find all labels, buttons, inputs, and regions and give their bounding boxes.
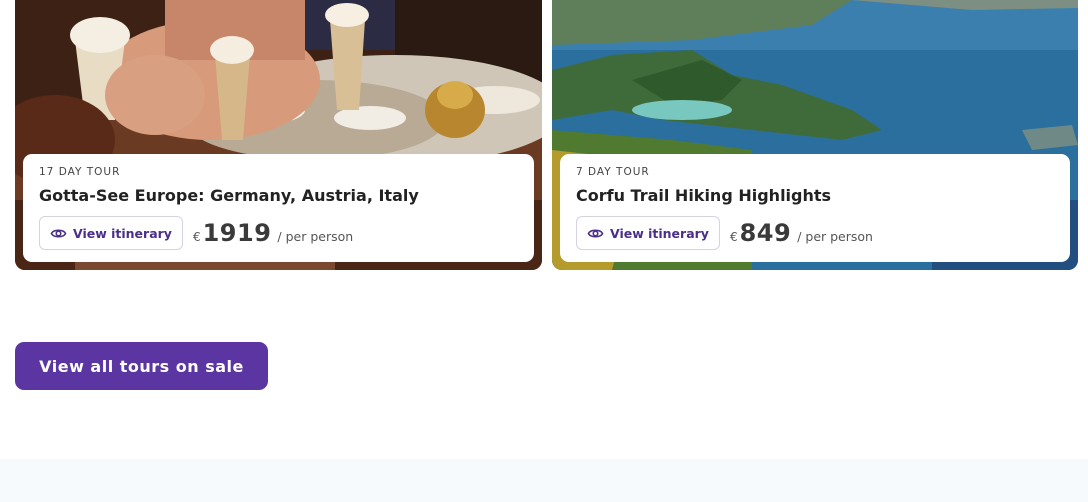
price-amount: 849 [739, 219, 792, 247]
tour-card-germany-austria-italy[interactable]: 17 DAY TOUR Gotta-See Europe: Germany, A… [15, 0, 542, 270]
view-itinerary-label: View itinerary [610, 225, 709, 241]
tour-duration-tag: 7 DAY TOUR [576, 166, 650, 178]
price-amount: 1919 [202, 219, 272, 247]
price-per-person: / per person [277, 229, 354, 244]
tour-price: € 849 / per person [730, 219, 873, 247]
price-currency: € [729, 230, 738, 244]
eye-icon [50, 229, 67, 237]
price-currency: € [192, 230, 201, 244]
tour-title[interactable]: Corfu Trail Hiking Highlights [576, 186, 1054, 206]
price-per-person: / per person [797, 229, 873, 244]
tour-card-corfu-trail[interactable]: 7 DAY TOUR Corfu Trail Hiking Highlights… [552, 0, 1078, 270]
view-all-tours-button[interactable]: View all tours on sale [15, 342, 268, 390]
eye-icon [587, 229, 604, 237]
view-itinerary-label: View itinerary [73, 225, 172, 241]
view-itinerary-button[interactable]: View itinerary [576, 216, 720, 250]
view-itinerary-button[interactable]: View itinerary [39, 216, 183, 250]
tour-info-panel: 7 DAY TOUR Corfu Trail Hiking Highlights… [560, 154, 1070, 262]
tour-duration-tag: 17 DAY TOUR [39, 166, 121, 178]
tour-title[interactable]: Gotta-See Europe: Germany, Austria, Ital… [39, 186, 518, 206]
tour-price: € 1919 / per person [193, 219, 353, 247]
tour-info-panel: 17 DAY TOUR Gotta-See Europe: Germany, A… [23, 154, 534, 262]
next-section-band [0, 459, 1088, 502]
